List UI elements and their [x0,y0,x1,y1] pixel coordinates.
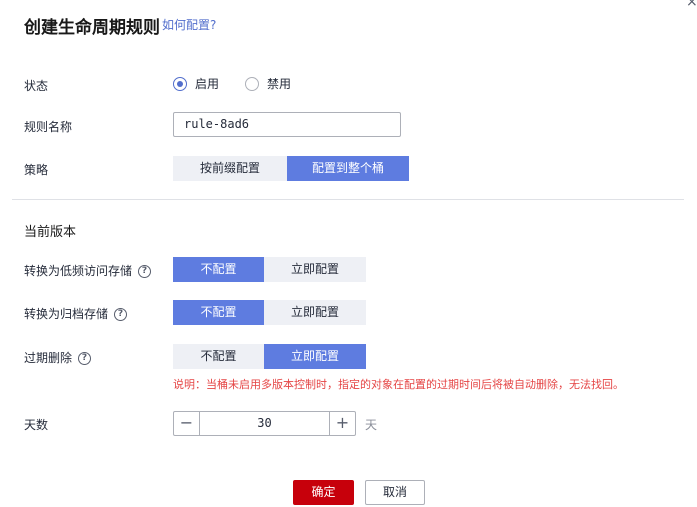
lifecycle-rule-dialog: × 创建生命周期规则 如何配置? 状态 启用 禁用 规则名称 rule-8ad6… [0,0,697,507]
transition-infrequent-now-button[interactable]: 立即配置 [264,257,366,282]
transition-infrequent-text: 转换为低频访问存储 [24,264,133,278]
policy-prefix-button[interactable]: 按前缀配置 [173,156,287,181]
dialog-title: 创建生命周期规则 [24,18,160,38]
transition-archive-none-button[interactable]: 不配置 [173,300,264,325]
days-input[interactable]: 30 [200,412,329,435]
policy-segmented-control: 按前缀配置 配置到整个桶 [173,156,409,181]
policy-label: 策略 [24,163,49,177]
transition-archive-segmented-control: 不配置 立即配置 [173,300,366,325]
transition-archive-label: 转换为归档存储? [24,305,128,322]
note-prefix: 说明： [173,378,206,391]
status-radio-group: 启用 禁用 [173,75,317,92]
expiration-now-button[interactable]: 立即配置 [264,344,366,369]
transition-infrequent-segmented-control: 不配置 立即配置 [173,257,366,282]
status-label: 状态 [24,79,49,93]
current-version-title: 当前版本 [24,225,77,240]
policy-whole-bucket-button[interactable]: 配置到整个桶 [287,156,409,181]
days-label: 天数 [24,418,49,432]
transition-archive-text: 转换为归档存储 [24,307,109,321]
status-radio-disable[interactable]: 禁用 [245,75,291,92]
expiration-text: 过期删除 [24,351,73,365]
minus-icon[interactable]: − [174,412,200,435]
help-icon[interactable]: ? [114,308,128,321]
days-unit: 天 [365,418,378,432]
status-disable-label: 禁用 [267,77,292,91]
transition-archive-now-button[interactable]: 立即配置 [264,300,366,325]
days-stepper: − 30 + [173,411,356,436]
rule-name-label: 规则名称 [24,120,73,134]
help-icon[interactable]: ? [78,352,92,365]
expiration-none-button[interactable]: 不配置 [173,344,264,369]
cancel-button[interactable]: 取消 [365,480,425,505]
transition-infrequent-label: 转换为低频访问存储? [24,262,152,279]
expiration-label: 过期删除? [24,349,92,366]
status-radio-enable[interactable]: 启用 [173,75,219,92]
expiration-note: 说明：当桶未启用多版本控制时，指定的对象在配置的过期时间后将被自动删除，无法找回… [173,376,624,392]
note-text: 当桶未启用多版本控制时，指定的对象在配置的过期时间后将被自动删除，无法找回。 [206,378,624,391]
how-to-configure-link[interactable]: 如何配置? [162,16,216,33]
expiration-segmented-control: 不配置 立即配置 [173,344,366,369]
status-enable-label: 启用 [195,77,220,91]
transition-infrequent-none-button[interactable]: 不配置 [173,257,264,282]
radio-unchecked-icon[interactable] [245,76,260,91]
plus-icon[interactable]: + [329,412,355,435]
confirm-button[interactable]: 确定 [293,480,354,505]
rule-name-input[interactable]: rule-8ad6 [173,112,401,137]
help-icon[interactable]: ? [138,265,152,278]
close-icon[interactable]: × [686,0,697,10]
section-divider [12,199,684,200]
radio-checked-icon[interactable] [173,76,187,91]
